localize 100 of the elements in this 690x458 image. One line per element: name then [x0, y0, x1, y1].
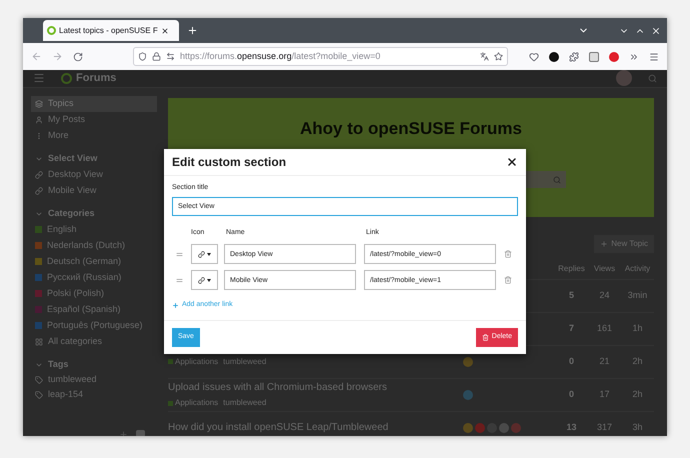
category-label[interactable]: Applications: [175, 356, 218, 368]
close-icon[interactable]: [160, 26, 169, 34]
category-label: Deutsch (German): [47, 254, 122, 268]
tag-link[interactable]: tumbleweed: [31, 372, 165, 388]
section-title: Select View: [48, 152, 98, 165]
category-link[interactable]: Русский (Russian): [31, 270, 165, 286]
icon-picker[interactable]: [191, 244, 218, 264]
section-title: Tags: [48, 358, 68, 371]
section-heading[interactable]: Select View: [31, 150, 165, 166]
category-swatch: [168, 400, 173, 406]
tag-icon: [35, 391, 43, 399]
shield-icon[interactable]: [138, 52, 147, 61]
tag-label[interactable]: tumbleweed: [223, 397, 266, 409]
menu-icon[interactable]: [649, 52, 659, 62]
sidebar-link[interactable]: Mobile View: [31, 182, 165, 198]
translate-icon[interactable]: [480, 52, 489, 61]
category-link[interactable]: English: [31, 222, 165, 238]
sidebar-item[interactable]: My Posts: [31, 112, 157, 128]
tag-icon: [35, 376, 43, 384]
view-count: 17: [598, 388, 610, 401]
link-icon: [35, 186, 43, 194]
reply-count: 0: [568, 354, 575, 368]
close-icon[interactable]: [651, 26, 661, 36]
view-count: 317: [596, 420, 614, 434]
tag-label[interactable]: tumbleweed: [223, 356, 266, 368]
activity-time: 3h: [631, 420, 644, 434]
trash-icon: [482, 334, 489, 340]
tag-label: leap-154: [48, 388, 84, 402]
url-text: https://forums.opensuse.org/latest?mobile_view=0: [180, 50, 380, 63]
site-title: Forums: [76, 71, 116, 86]
new-tab-icon[interactable]: [187, 25, 198, 36]
overflow-icon[interactable]: [629, 52, 639, 62]
sidebar-link[interactable]: Desktop View: [31, 166, 165, 182]
category-link[interactable]: Nederlands (Dutch): [31, 238, 165, 254]
link-label: All categories: [48, 334, 102, 348]
link-icon: [198, 276, 205, 284]
link-icon: [198, 250, 205, 258]
plus-icon: [172, 302, 179, 309]
activity-time: 2h: [631, 354, 644, 368]
search-icon: [553, 176, 561, 184]
link-icon: [35, 170, 43, 178]
category-label: Русский (Russian): [47, 270, 122, 284]
tab-title: Latest topics - openSUSE F: [59, 24, 158, 36]
adblock-icon[interactable]: [609, 52, 619, 62]
section-heading[interactable]: Tags: [31, 356, 165, 372]
delete-icon[interactable]: [504, 250, 512, 258]
reply-count: 7: [568, 322, 575, 335]
section-heading[interactable]: Categories: [31, 206, 165, 222]
tag-link[interactable]: leap-154: [31, 388, 165, 402]
category-link[interactable]: Deutsch (German): [31, 254, 165, 270]
column-header[interactable]: Replies: [555, 262, 588, 274]
category-label[interactable]: Applications: [175, 397, 218, 409]
topic-row[interactable]: How did you install openSUSE Leap/Tumbleweed 13 317 3h: [168, 412, 654, 436]
address-bar[interactable]: https://forums.opensuse.org/latest?mobile_view=0: [133, 47, 508, 66]
logo-icon: [61, 72, 72, 84]
category-label: English: [47, 222, 77, 236]
category-label: Português (Portuguese): [47, 318, 143, 332]
reply-count: 13: [565, 420, 578, 434]
icon-picker[interactable]: [191, 270, 218, 290]
category-label: Español (Spanish): [47, 302, 121, 316]
activity-time: 2h: [631, 388, 644, 401]
reply-count: 0: [568, 388, 575, 401]
permissions-icon[interactable]: [166, 52, 175, 61]
category-link[interactable]: Polski (Polish): [31, 286, 165, 302]
bookmark-star-icon[interactable]: [494, 52, 503, 61]
delete-icon[interactable]: [504, 276, 512, 284]
view-count: 21: [598, 354, 610, 368]
caret-icon: [207, 252, 211, 256]
activity-time: 1h: [631, 322, 644, 335]
caret-icon: [207, 278, 211, 282]
reload-icon[interactable]: [73, 52, 83, 62]
sidebar-item[interactable]: Topics: [31, 96, 157, 112]
topic-title[interactable]: How did you install openSUSE Leap/Tumbleweed: [168, 420, 463, 435]
dialog-title: Edit custom section: [172, 154, 286, 171]
reply-count: 5: [568, 288, 575, 302]
extension-icon[interactable]: [549, 52, 559, 62]
extensions-icon[interactable]: [569, 52, 579, 62]
view-count: 161: [596, 322, 614, 335]
category-link[interactable]: Español (Spanish): [31, 302, 165, 318]
browser-tab[interactable]: Latest topics - openSUSE F: [43, 20, 179, 41]
layers-icon: [35, 100, 43, 108]
view-count: 24: [598, 288, 610, 302]
banner-title: Ahoy to openSUSE Forums: [300, 118, 522, 140]
sidebar-item[interactable]: More: [31, 128, 157, 144]
plus-icon: [600, 240, 608, 248]
category-link[interactable]: Português (Portuguese): [31, 318, 165, 334]
link-label: Desktop View: [48, 168, 103, 181]
user-icon: [35, 116, 43, 124]
category-swatch: [168, 359, 173, 364]
site-logo-icon: [47, 26, 56, 35]
close-icon[interactable]: [506, 156, 518, 168]
topic-title[interactable]: Upload issues with all Chromium-based browsers: [168, 380, 463, 395]
lock-icon[interactable]: [152, 52, 161, 61]
topic-row[interactable]: Upload issues with all Chromium-based browsers Applications tumbleweed 0 17 2h: [168, 378, 654, 412]
category-label: Polski (Polish): [47, 286, 104, 300]
link-label: Mobile View: [48, 184, 96, 197]
category-label: Nederlands (Dutch): [47, 238, 126, 252]
column-header[interactable]: Activity: [621, 262, 654, 274]
column-header[interactable]: Views: [588, 262, 621, 274]
sidebar-link[interactable]: All categories: [31, 334, 165, 350]
